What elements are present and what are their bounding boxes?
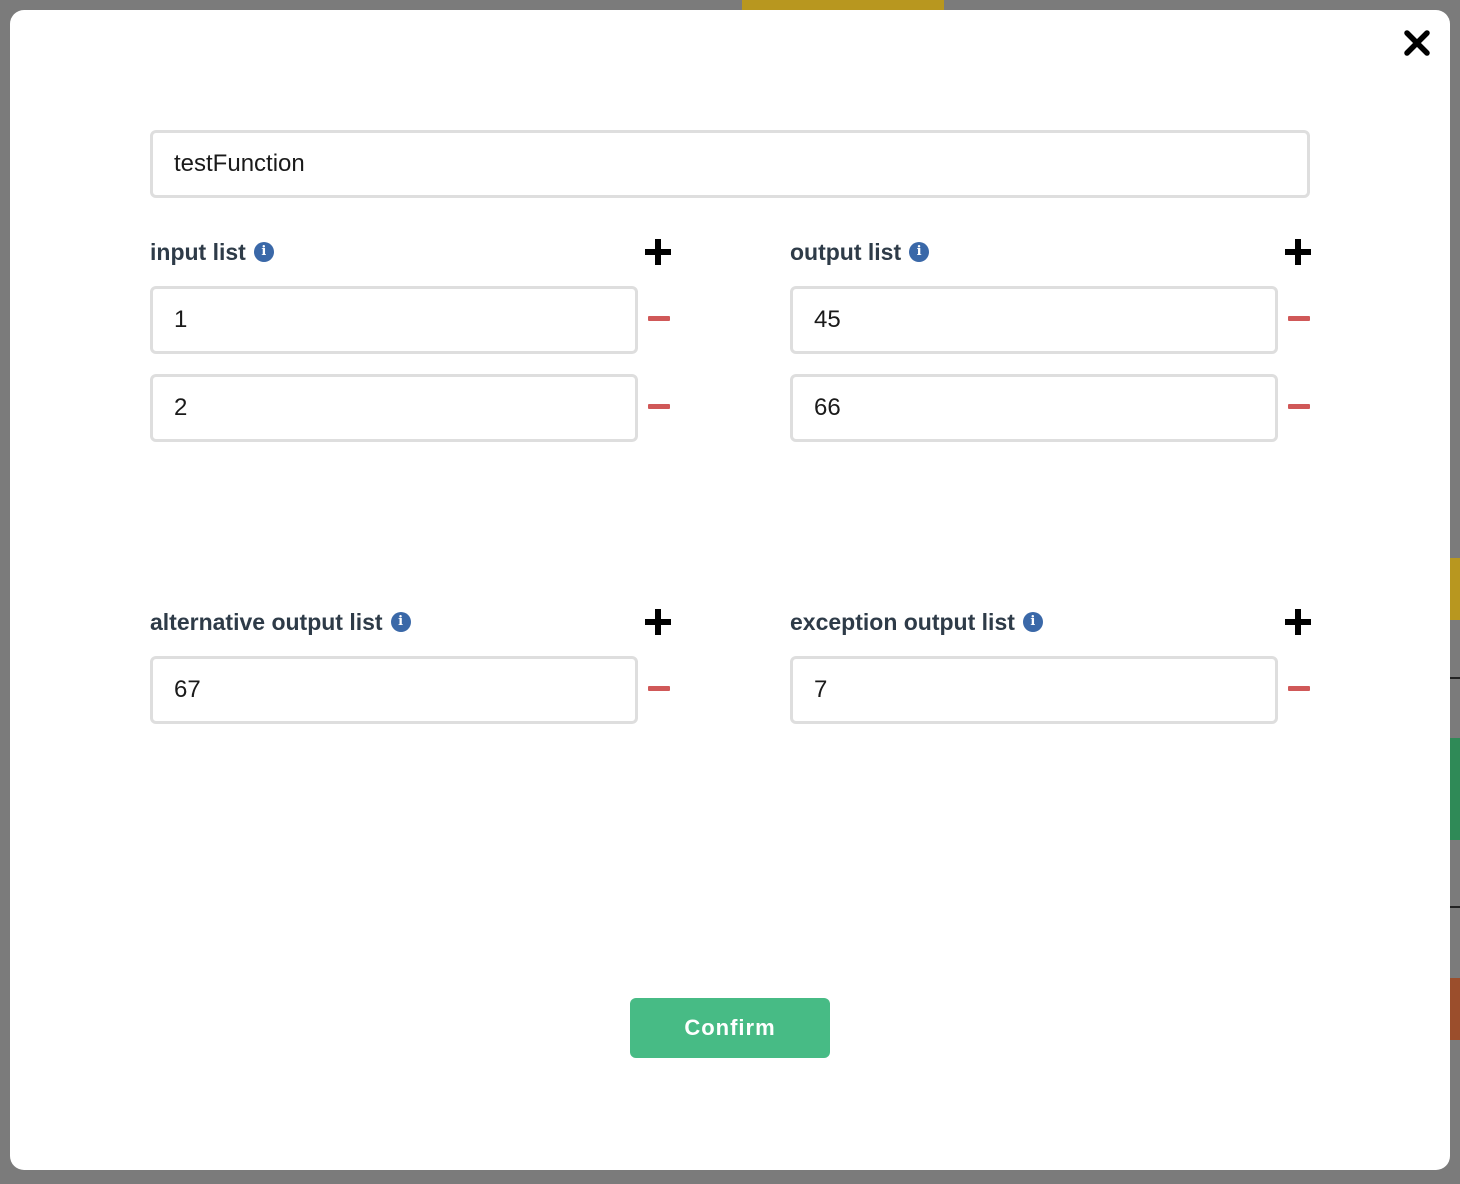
input-list-label-text: input list — [150, 239, 246, 265]
background-block — [1450, 978, 1460, 1040]
input-list-item[interactable] — [150, 374, 638, 442]
background-connector — [1450, 906, 1460, 908]
output-list-label: output list i — [790, 237, 930, 267]
background-block — [1450, 558, 1460, 620]
remove-input-item-button[interactable] — [648, 310, 672, 328]
remove-output-item-button[interactable] — [1288, 310, 1312, 328]
add-exception-output-button[interactable] — [1285, 609, 1311, 635]
info-icon[interactable]: i — [1022, 611, 1043, 632]
exception-output-list-label: exception output list i — [790, 607, 1043, 637]
confirm-button[interactable]: Confirm — [630, 998, 830, 1058]
alternative-output-list-item[interactable] — [150, 656, 638, 724]
close-icon[interactable] — [1402, 28, 1432, 58]
remove-alternative-output-item-button[interactable] — [648, 680, 672, 698]
alternative-output-list-label-text: alternative output list — [150, 609, 383, 635]
remove-output-item-button[interactable] — [1288, 398, 1312, 416]
input-list-item[interactable] — [150, 286, 638, 354]
add-input-button[interactable] — [645, 239, 671, 265]
output-list-label-text: output list — [790, 239, 902, 265]
background-block — [1450, 738, 1460, 840]
info-icon[interactable]: i — [909, 241, 930, 262]
input-list-label: input list i — [150, 237, 274, 267]
add-output-button[interactable] — [1285, 239, 1311, 265]
output-list-item[interactable] — [790, 374, 1278, 442]
exception-output-list-item[interactable] — [790, 656, 1278, 724]
function-name-input[interactable] — [150, 130, 1310, 198]
function-editor-dialog: input list i output list i alternative out… — [10, 10, 1450, 1170]
alternative-output-list-label: alternative output list i — [150, 607, 411, 637]
remove-exception-output-item-button[interactable] — [1288, 680, 1312, 698]
remove-input-item-button[interactable] — [648, 398, 672, 416]
exception-output-list-label-text: exception output list — [790, 609, 1015, 635]
info-icon[interactable]: i — [390, 611, 411, 632]
info-icon[interactable]: i — [253, 241, 274, 262]
output-list-item[interactable] — [790, 286, 1278, 354]
background-connector — [1450, 677, 1460, 679]
add-alternative-output-button[interactable] — [645, 609, 671, 635]
